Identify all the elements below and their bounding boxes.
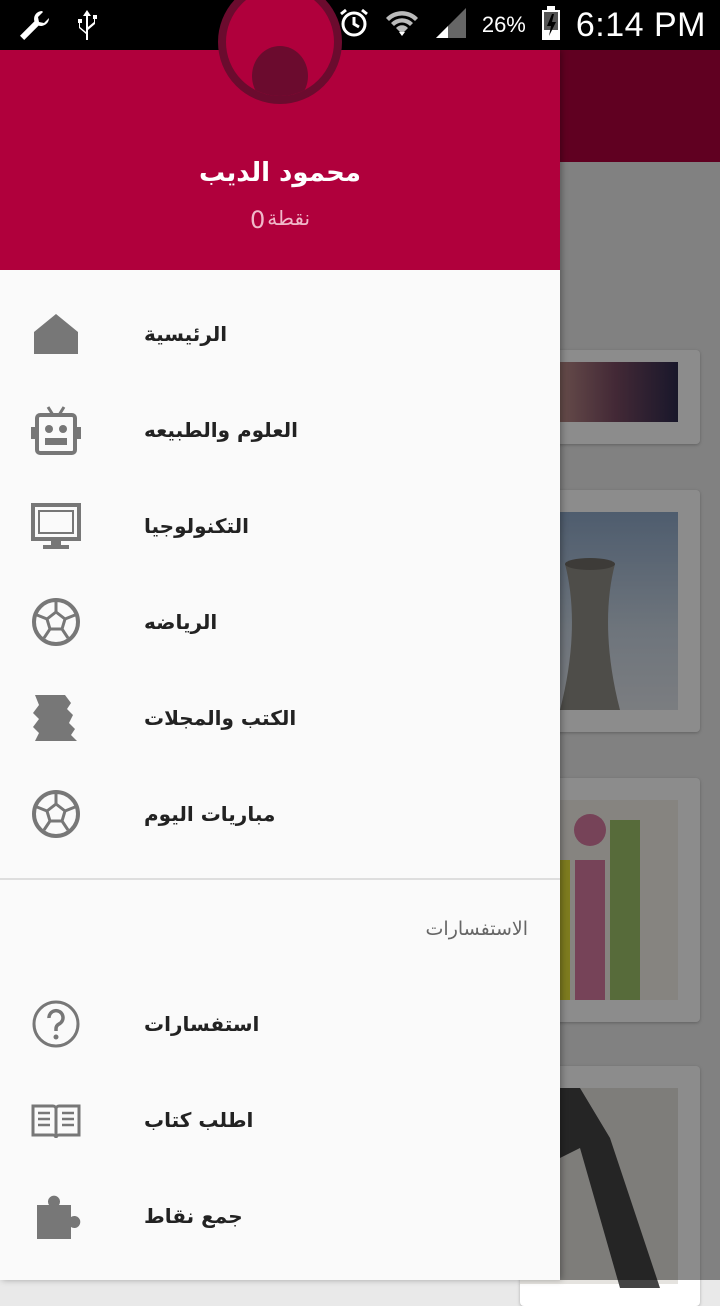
alarm-icon xyxy=(338,7,370,43)
soccer-ball-icon xyxy=(30,596,82,648)
section-title: الاستفسارات xyxy=(425,918,528,940)
wifi-icon xyxy=(384,6,420,44)
robot-icon xyxy=(30,404,82,456)
menu-item-home[interactable]: الرئيسية xyxy=(0,286,560,382)
clock: 6:14 PM xyxy=(575,5,706,44)
menu-item-label: العلوم والطبيعه xyxy=(144,418,299,442)
menu-item-label: الرئيسية xyxy=(144,322,228,346)
navigation-drawer: محمود الديب 0 نقطة الرئيسية العلوم والطب… xyxy=(0,0,560,1280)
menu-item-books[interactable]: الكتب والمجلات xyxy=(0,670,560,766)
status-bar: 26% 6:14 PM xyxy=(0,0,720,50)
points-value: 0 xyxy=(249,206,266,234)
user-points: 0 نقطة xyxy=(0,206,560,234)
avatar[interactable] xyxy=(218,0,342,104)
menu-item-matches[interactable]: مباريات اليوم xyxy=(0,766,560,862)
home-icon xyxy=(30,308,82,360)
menu-item-collect-points[interactable]: جمع نقاط xyxy=(0,1168,560,1264)
menu-item-science[interactable]: العلوم والطبيعه xyxy=(0,382,560,478)
menu-divider xyxy=(0,878,560,880)
user-name: محمود الديب xyxy=(199,158,361,188)
soccer-ball-icon xyxy=(30,788,82,840)
signal-icon xyxy=(434,6,468,44)
points-label: نقطة xyxy=(267,206,311,230)
menu-item-request-book[interactable]: اطلب كتاب xyxy=(0,1072,560,1168)
menu-item-label: استفسارات xyxy=(144,1012,260,1036)
battery-percent: 26% xyxy=(481,12,526,37)
wrench-icon xyxy=(16,8,52,48)
menu-item-label: جمع نقاط xyxy=(144,1204,243,1228)
drawer-header: محمود الديب 0 نقطة xyxy=(0,0,560,270)
menu-item-label: اطلب كتاب xyxy=(144,1108,254,1132)
book-icon xyxy=(30,1094,82,1146)
help-icon xyxy=(30,998,82,1050)
puzzle-icon xyxy=(30,1190,82,1242)
menu-item-sports[interactable]: الرياضه xyxy=(0,574,560,670)
menu-item-label: التكنولوجيا xyxy=(144,514,249,538)
menu-item-label: الرياضه xyxy=(144,610,218,634)
usb-icon xyxy=(74,8,100,48)
menu-item-label: مباريات اليوم xyxy=(144,802,276,826)
menu-item-label: الكتب والمجلات xyxy=(144,706,297,730)
menu-item-technology[interactable]: التكنولوجيا xyxy=(0,478,560,574)
menu-item-inquiries[interactable]: استفسارات xyxy=(0,976,560,1072)
monitor-icon xyxy=(30,500,82,552)
battery-charging-icon xyxy=(540,5,562,45)
torn-paper-icon xyxy=(30,692,82,744)
